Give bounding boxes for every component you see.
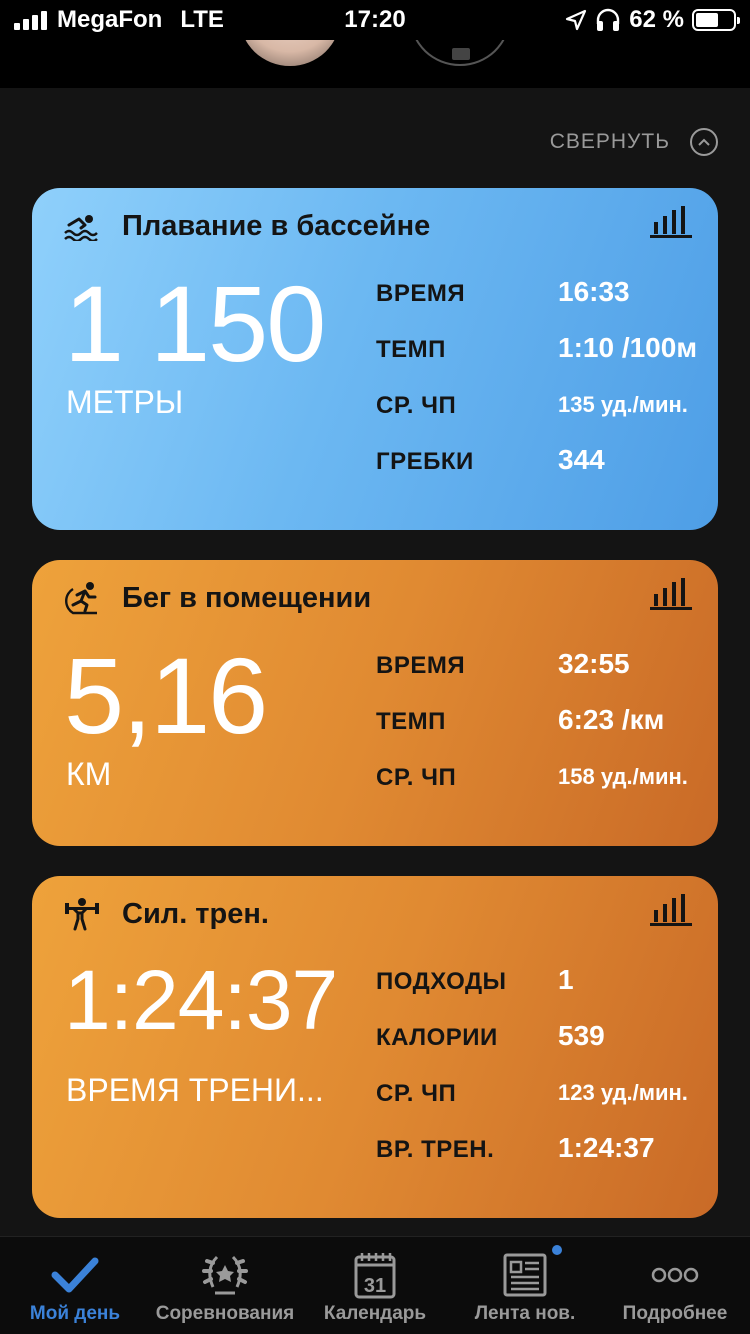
metric-label: ВРЕМЯ bbox=[376, 280, 466, 307]
primary-unit: МЕТРЫ bbox=[66, 384, 184, 420]
primary-unit: КМ bbox=[66, 756, 112, 792]
collapse-button[interactable]: СВЕРНУТЬ bbox=[550, 128, 718, 156]
metric-pace: ТЕМП 1:10 /100м bbox=[376, 328, 718, 368]
checkmark-icon bbox=[51, 1257, 99, 1293]
device-icon[interactable] bbox=[410, 40, 510, 66]
stats-chart-icon[interactable] bbox=[650, 892, 692, 928]
metric-strokes: ГРЕБКИ 344 bbox=[376, 440, 718, 480]
status-bar: MegaFon LTE 17:20 62 % bbox=[0, 0, 750, 40]
metric-label: ВРЕМЯ bbox=[376, 652, 466, 679]
metric-value: 32:55 bbox=[558, 648, 630, 679]
metric-time: ВРЕМЯ 32:55 bbox=[376, 644, 718, 684]
metric-avg-hr: СР. ЧП 123 уд./мин. bbox=[376, 1072, 718, 1112]
tab-label: Лента нов. bbox=[474, 1303, 576, 1324]
primary-unit: ВРЕМЯ ТРЕНИ... bbox=[66, 1072, 324, 1108]
tab-label: Соревнования bbox=[155, 1303, 295, 1324]
metric-value: 344 bbox=[558, 444, 605, 475]
weightlifting-icon bbox=[62, 894, 102, 934]
stats-chart-icon[interactable] bbox=[650, 204, 692, 240]
metric-value: 539 bbox=[558, 1020, 605, 1051]
primary-value: 1:24:37 bbox=[64, 953, 338, 1047]
card-title: Сил. трен. bbox=[122, 897, 269, 930]
metric-training-time: ВР. ТРЕН. 1:24:37 bbox=[376, 1128, 718, 1168]
metric-label: ВР. ТРЕН. bbox=[376, 1136, 495, 1163]
metric-value: 1:24:37 bbox=[558, 1132, 655, 1163]
collapse-label: СВЕРНУТЬ bbox=[549, 130, 670, 153]
metric-calories: КАЛОРИИ 539 bbox=[376, 1016, 718, 1056]
activity-card-swim[interactable]: Плавание в бассейне 1 150 МЕТРЫ ВРЕМЯ 16… bbox=[32, 188, 718, 530]
card-header: Сил. трен. bbox=[62, 894, 269, 934]
card-header: Плавание в бассейне bbox=[62, 206, 430, 246]
newsfeed-icon bbox=[503, 1253, 547, 1297]
metric-label: ГРЕБКИ bbox=[376, 448, 474, 475]
metric-pace: ТЕМП 6:23 /км bbox=[376, 700, 718, 740]
more-icon bbox=[651, 1267, 699, 1283]
primary-value: 5,16 bbox=[64, 635, 268, 756]
tab-calendar[interactable]: 31 Календарь bbox=[300, 1237, 450, 1334]
laurel-icon bbox=[202, 1255, 248, 1295]
status-right: 62 % bbox=[565, 6, 740, 34]
primary-value: 1 150 bbox=[64, 263, 326, 384]
tab-challenges[interactable]: Соревнования bbox=[150, 1237, 300, 1334]
metric-value: 16:33 bbox=[558, 276, 630, 307]
notification-dot bbox=[552, 1245, 562, 1255]
tab-newsfeed[interactable]: Лента нов. bbox=[450, 1237, 600, 1334]
metric-label: КАЛОРИИ bbox=[376, 1024, 498, 1051]
metric-label: СР. ЧП bbox=[376, 392, 457, 419]
tab-label: Мой день bbox=[29, 1303, 121, 1324]
tab-my-day[interactable]: Мой день bbox=[0, 1237, 150, 1334]
metric-value: 1:10 /100м bbox=[558, 332, 698, 363]
location-icon bbox=[566, 9, 587, 31]
calendar-day: 31 bbox=[364, 1275, 386, 1297]
card-header: Бег в помещении bbox=[62, 578, 371, 618]
metric-value: 135 уд./мин. bbox=[558, 392, 688, 417]
treadmill-icon bbox=[62, 578, 102, 618]
stats-chart-icon[interactable] bbox=[650, 576, 692, 612]
metric-avg-hr: СР. ЧП 158 уд./мин. bbox=[376, 756, 718, 796]
metric-label: СР. ЧП bbox=[376, 1080, 457, 1107]
card-title: Плавание в бассейне bbox=[122, 209, 431, 242]
metric-label: ТЕМП bbox=[376, 708, 446, 735]
metric-avg-hr: СР. ЧП 135 уд./мин. bbox=[376, 384, 718, 424]
activity-card-run[interactable]: Бег в помещении 5,16 КМ ВРЕМЯ 32:55 ТЕМП… bbox=[32, 560, 718, 846]
metric-sets: ПОДХОДЫ 1 bbox=[376, 960, 718, 1000]
tab-label: Подробнее bbox=[622, 1303, 728, 1324]
my-day-content: СВЕРНУТЬ Плавание в бассейне 1 150 МЕТРЫ… bbox=[0, 88, 750, 1236]
battery-percent: 62 % bbox=[629, 6, 684, 33]
avatar[interactable] bbox=[240, 40, 340, 66]
chevron-up-icon bbox=[690, 128, 718, 156]
activity-card-strength[interactable]: Сил. трен. 1:24:37 ВРЕМЯ ТРЕНИ... ПОДХОД… bbox=[32, 876, 718, 1218]
metric-value: 1 bbox=[558, 964, 574, 995]
tab-more[interactable]: Подробнее bbox=[600, 1237, 750, 1334]
headphones-icon bbox=[597, 8, 620, 31]
metric-label: ПОДХОДЫ bbox=[376, 968, 507, 995]
swimming-icon bbox=[62, 206, 102, 246]
tab-label: Календарь bbox=[323, 1303, 427, 1324]
card-title: Бег в помещении bbox=[122, 581, 372, 614]
metric-time: ВРЕМЯ 16:33 bbox=[376, 272, 718, 312]
battery-icon bbox=[692, 9, 740, 31]
metric-value: 6:23 /км bbox=[558, 704, 665, 735]
tab-bar: Мой день Соревнования 31 Календарь Лента… bbox=[0, 1236, 750, 1334]
calendar-icon: 31 bbox=[354, 1253, 396, 1299]
metric-label: СР. ЧП bbox=[376, 764, 457, 791]
metric-label: ТЕМП bbox=[376, 336, 446, 363]
metric-value: 123 уд./мин. bbox=[558, 1080, 688, 1105]
metric-value: 158 уд./мин. bbox=[558, 764, 688, 789]
profile-strip bbox=[0, 40, 750, 88]
